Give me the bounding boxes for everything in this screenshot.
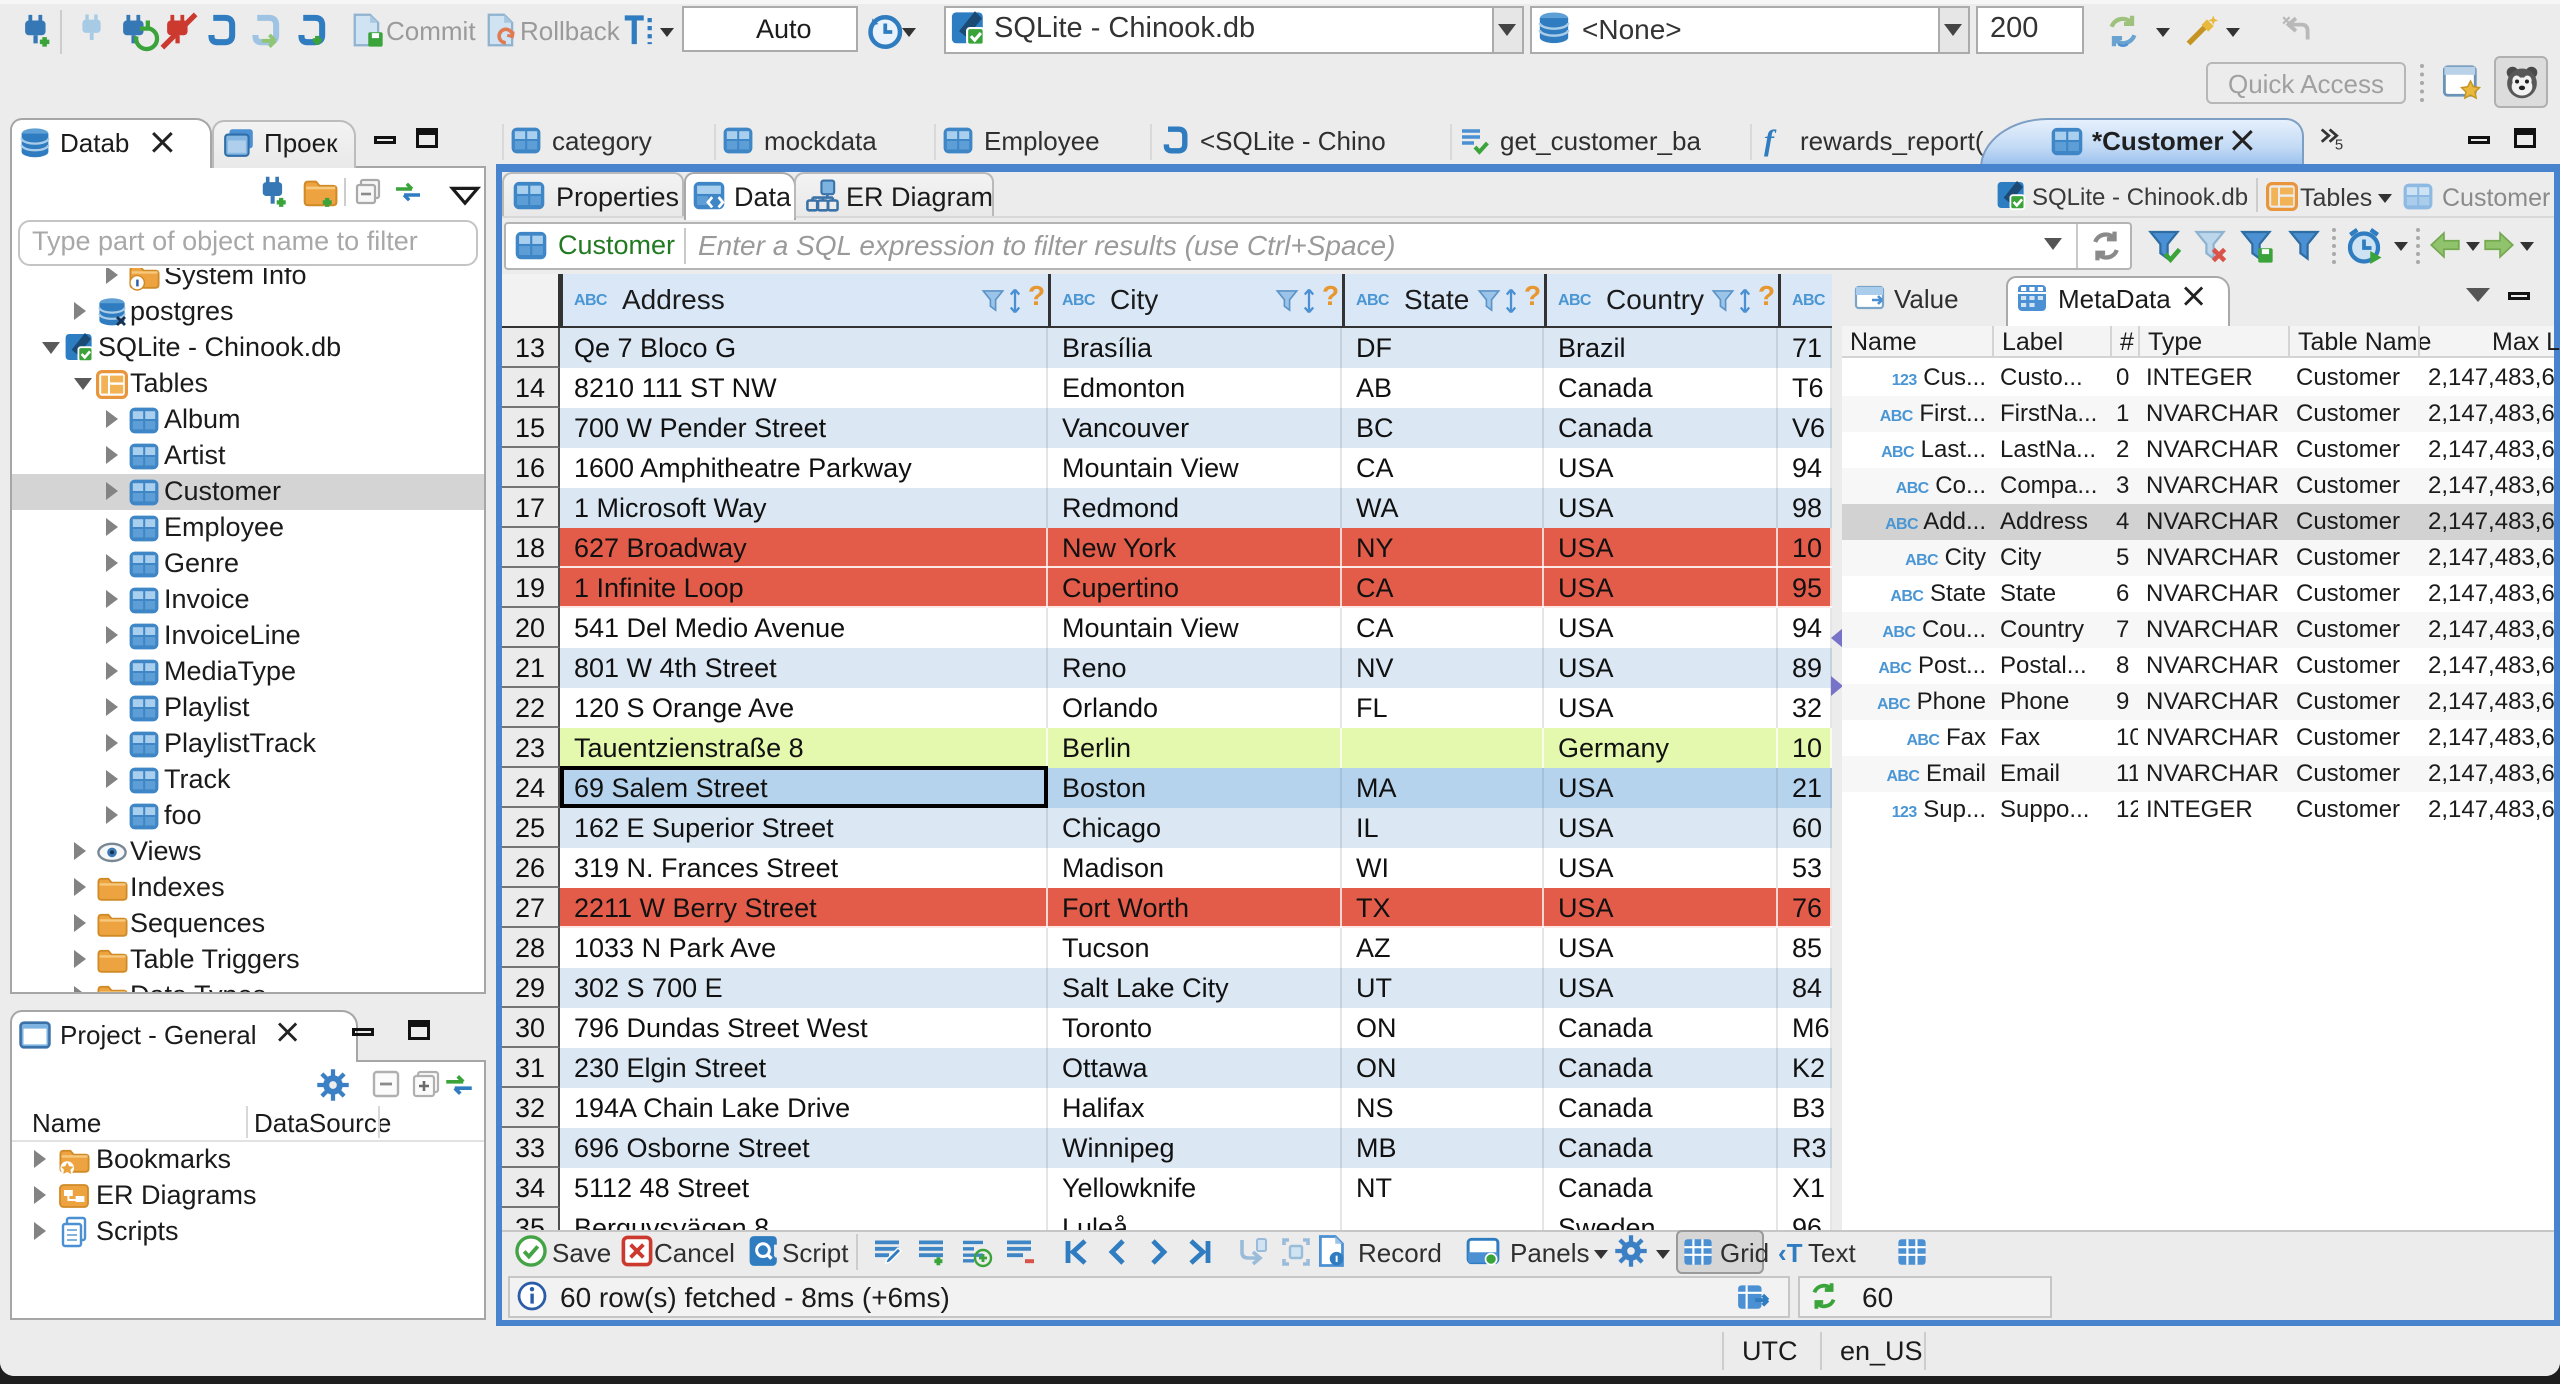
svg-text:f: f — [1764, 124, 1777, 157]
svg-text:5: 5 — [2335, 138, 2343, 154]
